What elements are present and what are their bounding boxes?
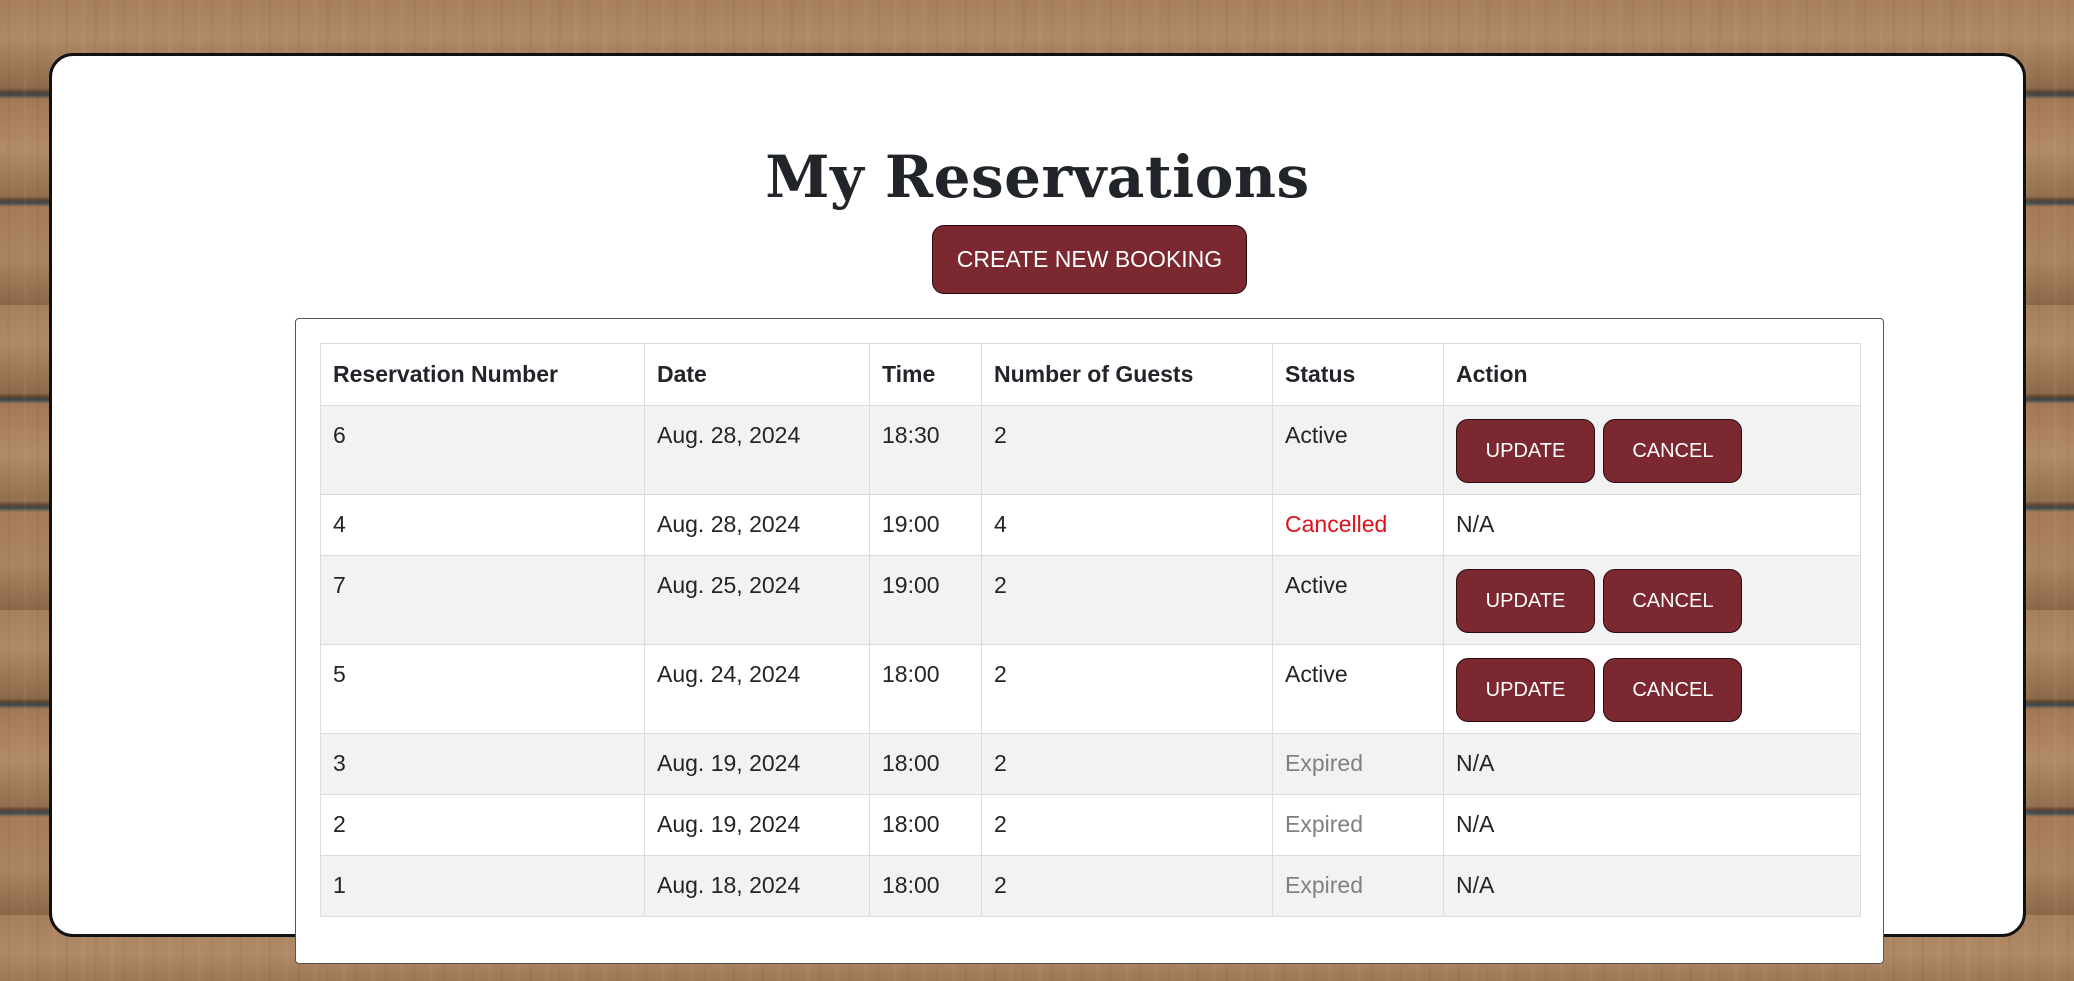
action-cell: N/A	[1443, 494, 1861, 556]
create-new-booking-button[interactable]: CREATE NEW BOOKING	[932, 225, 1247, 294]
action-cell: UPDATE CANCEL	[1443, 644, 1861, 734]
table-row: 5 Aug. 24, 2024 18:00 2 Active UPDATE CA…	[320, 644, 1861, 734]
header-status: Status	[1272, 343, 1444, 406]
reservation-number-cell: 4	[320, 494, 645, 556]
date-cell: Aug. 28, 2024	[644, 405, 870, 495]
cancel-button[interactable]: CANCEL	[1603, 569, 1743, 633]
action-cell: UPDATE CANCEL	[1443, 405, 1861, 495]
status-cell: Active	[1272, 405, 1444, 495]
reservations-table-card: Reservation Number Date Time Number of G…	[295, 318, 1884, 964]
date-cell: Aug. 28, 2024	[644, 494, 870, 556]
status-cell: Active	[1272, 644, 1444, 734]
time-cell: 19:00	[869, 555, 982, 645]
table-row: 7 Aug. 25, 2024 19:00 2 Active UPDATE CA…	[320, 555, 1861, 645]
date-cell: Aug. 19, 2024	[644, 794, 870, 856]
date-cell: Aug. 24, 2024	[644, 644, 870, 734]
reservation-number-cell: 7	[320, 555, 645, 645]
action-cell: N/A	[1443, 855, 1861, 917]
status-cell: Cancelled	[1272, 494, 1444, 556]
status-cell: Expired	[1272, 855, 1444, 917]
guests-cell: 2	[981, 855, 1273, 917]
header-date: Date	[644, 343, 870, 406]
guests-cell: 2	[981, 794, 1273, 856]
guests-cell: 2	[981, 733, 1273, 795]
action-buttons: UPDATE CANCEL	[1456, 419, 1848, 483]
reservations-table: Reservation Number Date Time Number of G…	[320, 343, 1861, 917]
action-cell: UPDATE CANCEL	[1443, 555, 1861, 645]
action-cell: N/A	[1443, 733, 1861, 795]
reservations-panel: My Reservations CREATE NEW BOOKING Reser…	[49, 53, 2026, 964]
table-header-row: Reservation Number Date Time Number of G…	[320, 343, 1861, 406]
update-button[interactable]: UPDATE	[1456, 658, 1595, 722]
time-cell: 18:00	[869, 644, 982, 734]
header-reservation-number: Reservation Number	[320, 343, 645, 406]
status-cell: Expired	[1272, 794, 1444, 856]
status-cell: Active	[1272, 555, 1444, 645]
update-button[interactable]: UPDATE	[1456, 569, 1595, 633]
table-row: 3 Aug. 19, 2024 18:00 2 Expired N/A	[320, 733, 1861, 795]
header-time: Time	[869, 343, 982, 406]
action-buttons: UPDATE CANCEL	[1456, 569, 1848, 633]
table-row: 6 Aug. 28, 2024 18:30 2 Active UPDATE CA…	[320, 405, 1861, 495]
reservation-number-cell: 2	[320, 794, 645, 856]
date-cell: Aug. 18, 2024	[644, 855, 870, 917]
page-title: My Reservations	[765, 143, 1310, 211]
reservation-number-cell: 6	[320, 405, 645, 495]
reservation-number-cell: 5	[320, 644, 645, 734]
table-row: 1 Aug. 18, 2024 18:00 2 Expired N/A	[320, 855, 1861, 917]
reservation-number-cell: 3	[320, 733, 645, 795]
time-cell: 18:00	[869, 794, 982, 856]
action-buttons: UPDATE CANCEL	[1456, 658, 1848, 722]
cancel-button[interactable]: CANCEL	[1603, 419, 1743, 483]
update-button[interactable]: UPDATE	[1456, 419, 1595, 483]
header-number-of-guests: Number of Guests	[981, 343, 1273, 406]
time-cell: 19:00	[869, 494, 982, 556]
table-row: 4 Aug. 28, 2024 19:00 4 Cancelled N/A	[320, 494, 1861, 556]
guests-cell: 2	[981, 405, 1273, 495]
guests-cell: 4	[981, 494, 1273, 556]
guests-cell: 2	[981, 555, 1273, 645]
time-cell: 18:00	[869, 855, 982, 917]
guests-cell: 2	[981, 644, 1273, 734]
status-cell: Expired	[1272, 733, 1444, 795]
date-cell: Aug. 25, 2024	[644, 555, 870, 645]
header-action: Action	[1443, 343, 1861, 406]
time-cell: 18:00	[869, 733, 982, 795]
table-row: 2 Aug. 19, 2024 18:00 2 Expired N/A	[320, 794, 1861, 856]
date-cell: Aug. 19, 2024	[644, 733, 870, 795]
cancel-button[interactable]: CANCEL	[1603, 658, 1743, 722]
reservation-number-cell: 1	[320, 855, 645, 917]
action-cell: N/A	[1443, 794, 1861, 856]
time-cell: 18:30	[869, 405, 982, 495]
